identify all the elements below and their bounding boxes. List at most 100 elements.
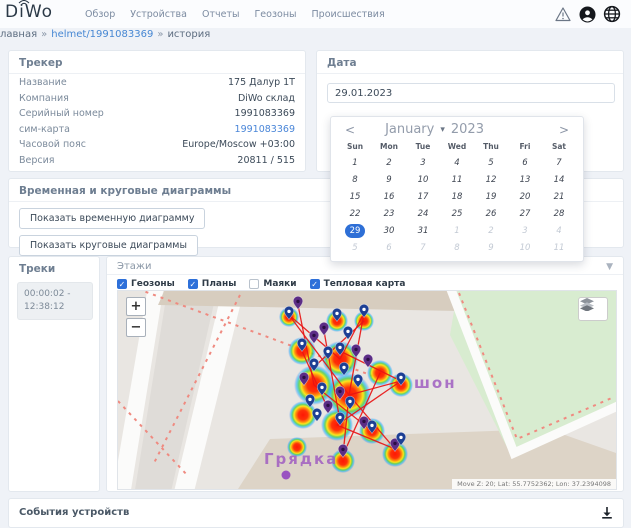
map[interactable]: шонГрядка + − Move Z: 20; Lat: 55.775236… <box>117 290 617 490</box>
calendar-day[interactable]: 14 <box>542 171 576 188</box>
calendar-day[interactable]: 8 <box>440 239 474 256</box>
calendar-day[interactable]: 28 <box>542 205 576 222</box>
calendar-day-selected[interactable]: 29 <box>338 222 372 239</box>
calendar-day[interactable]: 27 <box>508 205 542 222</box>
globe-icon[interactable] <box>603 5 621 23</box>
calendar-day[interactable]: 5 <box>338 239 372 256</box>
nav-item-4[interactable]: Происшествия <box>312 9 385 20</box>
calendar-day[interactable]: 1 <box>338 154 372 171</box>
calendar-month-label[interactable]: January <box>385 122 434 137</box>
zoom-out-button[interactable]: − <box>126 318 146 337</box>
zoom-in-button[interactable]: + <box>126 297 146 316</box>
tracker-field-label: Версия <box>19 155 55 166</box>
calendar-day[interactable]: 11 <box>542 239 576 256</box>
breadcrumb-root[interactable]: лавная <box>0 29 37 40</box>
calendar-day[interactable]: 12 <box>474 171 508 188</box>
calendar-day[interactable]: 1 <box>440 222 474 239</box>
user-avatar-icon[interactable] <box>579 6 596 23</box>
calendar-day[interactable]: 30 <box>372 222 406 239</box>
layer-label: Маяки <box>263 279 296 289</box>
nav-item-3[interactable]: Геозоны <box>255 9 297 20</box>
calendar-day[interactable]: 2 <box>372 154 406 171</box>
layer-checkbox-1[interactable]: ✓Планы <box>188 279 237 289</box>
nav-item-1[interactable]: Устройства <box>130 9 187 20</box>
calendar-day[interactable]: 7 <box>406 239 440 256</box>
checkbox-icon: ✓ <box>310 279 320 289</box>
calendar-day[interactable]: 18 <box>440 188 474 205</box>
alert-triangle-icon[interactable] <box>554 6 572 23</box>
map-attribution: Move Z: 20; Lat: 55.7752362; Lon: 37.239… <box>452 479 616 489</box>
calendar-day[interactable]: 19 <box>474 188 508 205</box>
app-logo[interactable]: DiWo <box>5 2 53 22</box>
calendar-prev-button[interactable]: < <box>343 123 357 137</box>
show-time-diagram-button[interactable]: Показать временную диаграмму <box>19 208 205 229</box>
tracker-field-label: Название <box>19 77 67 88</box>
tracks-panel-title: Треки <box>9 257 99 279</box>
tracker-field-value: 1991083369 <box>235 108 295 119</box>
nav-icons <box>554 5 621 23</box>
calendar-day[interactable]: 5 <box>474 154 508 171</box>
layers-icon <box>579 298 595 311</box>
calendar-year-label[interactable]: 2023 <box>451 122 484 137</box>
calendar-day[interactable]: 4 <box>542 222 576 239</box>
calendar-day[interactable]: 10 <box>406 171 440 188</box>
calendar-day[interactable]: 4 <box>440 154 474 171</box>
map-layers-button[interactable] <box>578 297 608 321</box>
download-icon[interactable] <box>601 506 613 519</box>
tracker-field-label: Серийный номер <box>19 108 104 119</box>
track-list-item[interactable]: 00:00:02 - 12:38:12 <box>17 282 93 320</box>
weekday-label: Sat <box>542 141 576 153</box>
breadcrumb-page: история <box>167 29 210 40</box>
layer-checkbox-0[interactable]: ✓Геозоны <box>117 279 175 289</box>
calendar-day[interactable]: 7 <box>542 154 576 171</box>
calendar-day[interactable]: 9 <box>372 171 406 188</box>
device-events-panel: События устройств <box>8 498 624 528</box>
breadcrumb-device-link[interactable]: helmet/1991083369 <box>51 29 153 40</box>
calendar-header: < January ▾ 2023 > <box>331 117 583 139</box>
calendar-day[interactable]: 20 <box>508 188 542 205</box>
floors-panel: Этажи ▼ ✓Геозоны✓ПланыМаяки✓Тепловая кар… <box>106 256 624 492</box>
caret-down-icon[interactable]: ▾ <box>440 125 445 135</box>
tracker-panel: Трекер Название175 Далур 1ТКомпанияDiWo … <box>8 50 306 172</box>
weekday-label: Fri <box>508 141 542 153</box>
nav-item-0[interactable]: Обзор <box>85 9 115 20</box>
calendar-day[interactable]: 21 <box>542 188 576 205</box>
layer-label: Планы <box>202 279 237 289</box>
calendar-day[interactable]: 17 <box>406 188 440 205</box>
weekday-label: Thu <box>474 141 508 153</box>
calendar-day[interactable]: 9 <box>474 239 508 256</box>
layer-checkbox-3[interactable]: ✓ Тепловая карта <box>310 279 406 289</box>
calendar-day[interactable]: 2 <box>474 222 508 239</box>
show-pie-diagrams-button[interactable]: Показать круговые диаграммы <box>19 235 198 256</box>
checkbox-icon: ✓ <box>117 279 127 289</box>
nav-item-2[interactable]: Отчеты <box>202 9 240 20</box>
layer-label: Тепловая карта <box>324 279 406 289</box>
calendar-day[interactable]: 15 <box>338 188 372 205</box>
calendar-day[interactable]: 22 <box>338 205 372 222</box>
tracker-row: Часовой поясEurope/Moscow +03:00 <box>19 137 295 153</box>
map-poi-dot <box>282 471 291 480</box>
calendar-day[interactable]: 6 <box>508 154 542 171</box>
calendar-day[interactable]: 26 <box>474 205 508 222</box>
chevron-down-icon[interactable]: ▼ <box>606 262 613 272</box>
calendar-day[interactable]: 16 <box>372 188 406 205</box>
calendar-day[interactable]: 10 <box>508 239 542 256</box>
calendar-next-button[interactable]: > <box>557 123 571 137</box>
calendar-day[interactable]: 31 <box>406 222 440 239</box>
sim-card-link[interactable]: 1991083369 <box>235 124 295 135</box>
calendar-day[interactable]: 13 <box>508 171 542 188</box>
calendar-day[interactable]: 11 <box>440 171 474 188</box>
calendar-day[interactable]: 25 <box>440 205 474 222</box>
calendar-day[interactable]: 6 <box>372 239 406 256</box>
map-place-label: Грядка <box>264 450 338 468</box>
calendar-day[interactable]: 24 <box>406 205 440 222</box>
calendar-day[interactable]: 3 <box>406 154 440 171</box>
calendar-day[interactable]: 23 <box>372 205 406 222</box>
breadcrumb-separator: » <box>41 29 47 40</box>
main-menu: Обзор Устройства Отчеты Геозоны Происшествия <box>85 0 385 28</box>
tracker-row: сим-карта1991083369 <box>19 122 295 138</box>
date-input[interactable] <box>327 83 615 103</box>
calendar-day[interactable]: 8 <box>338 171 372 188</box>
calendar-day[interactable]: 3 <box>508 222 542 239</box>
layer-checkbox-2[interactable]: Маяки <box>249 279 296 289</box>
